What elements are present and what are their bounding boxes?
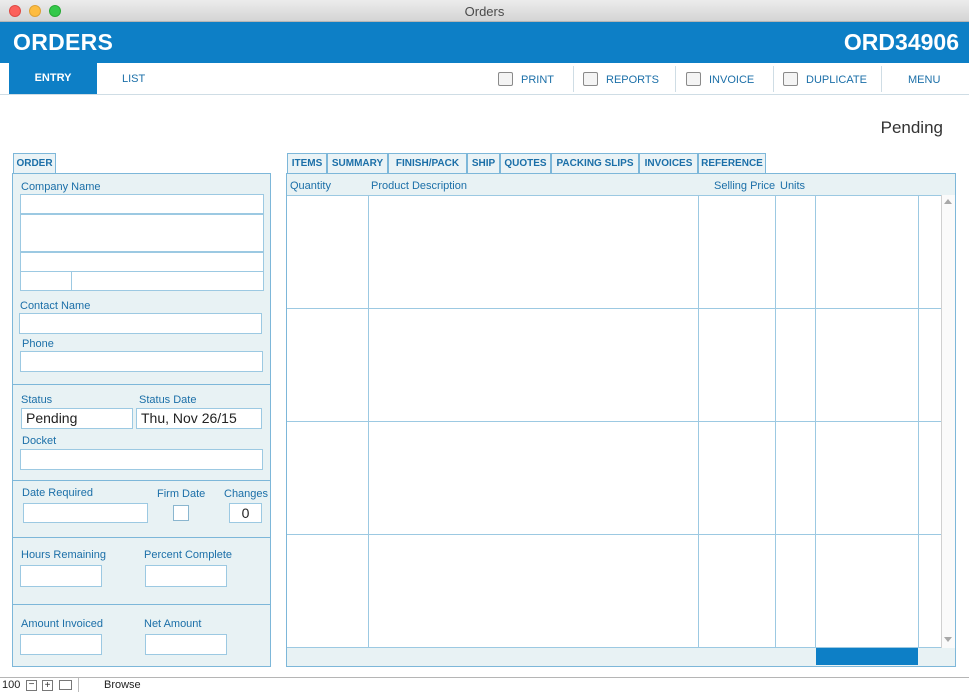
total-bar bbox=[816, 648, 918, 665]
col-quantity: Quantity bbox=[290, 180, 331, 192]
order-status-display: Pending bbox=[880, 118, 943, 137]
col-units: Units bbox=[780, 180, 806, 192]
postal-field[interactable] bbox=[71, 271, 264, 291]
invoice-label: INVOICE bbox=[709, 74, 755, 86]
print-label: PRINT bbox=[521, 74, 554, 86]
zoom-out-icon[interactable]: − bbox=[26, 680, 37, 691]
order-id: ORD34906 bbox=[843, 29, 959, 55]
nav-divider bbox=[881, 66, 882, 92]
invoice-icon bbox=[686, 72, 701, 86]
section-divider bbox=[13, 480, 270, 481]
tab-list[interactable]: LIST bbox=[122, 73, 145, 85]
tab-finish-pack[interactable]: FINISH/PACK bbox=[388, 153, 467, 173]
table-row bbox=[287, 534, 941, 535]
invoice-button[interactable]: INVOICE bbox=[686, 63, 754, 94]
percent-complete-field[interactable] bbox=[145, 565, 227, 587]
amount-invoiced-label: Amount Invoiced bbox=[21, 618, 103, 630]
status-divider bbox=[78, 678, 79, 692]
toolbar-toggle-icon[interactable] bbox=[59, 680, 72, 690]
app-header bbox=[0, 22, 969, 63]
section-divider bbox=[13, 537, 270, 538]
firm-date-checkbox[interactable] bbox=[173, 505, 189, 521]
tab-reference[interactable]: REFERENCE bbox=[698, 153, 766, 173]
scroll-down-icon[interactable] bbox=[944, 637, 952, 642]
tab-quotes[interactable]: QUOTES bbox=[500, 153, 551, 173]
status-bar bbox=[0, 677, 969, 692]
firm-date-label: Firm Date bbox=[157, 488, 206, 500]
contact-name-label: Contact Name bbox=[20, 300, 91, 312]
status-label: Status bbox=[21, 394, 53, 406]
net-amount-field[interactable] bbox=[145, 634, 227, 655]
address-field[interactable] bbox=[20, 214, 264, 252]
date-required-field[interactable] bbox=[23, 503, 148, 523]
status-field[interactable]: Pending bbox=[21, 408, 133, 429]
hours-remaining-field[interactable] bbox=[20, 565, 102, 587]
reports-icon bbox=[583, 72, 598, 86]
status-date-field[interactable]: Thu, Nov 26/15 bbox=[136, 408, 262, 429]
page-title: ORDERS bbox=[13, 29, 114, 55]
tab-entry[interactable]: ENTRY bbox=[9, 63, 97, 94]
percent-complete-label: Percent Complete bbox=[144, 549, 233, 561]
duplicate-label: DUPLICATE bbox=[806, 74, 867, 86]
tab-packing-slips[interactable]: PACKING SLIPS bbox=[551, 153, 639, 173]
nav-divider bbox=[573, 66, 574, 92]
net-amount-label: Net Amount bbox=[144, 618, 202, 630]
duplicate-icon bbox=[783, 72, 798, 86]
amount-invoiced-field[interactable] bbox=[20, 634, 102, 655]
window-title: Orders bbox=[464, 4, 505, 19]
tab-ship[interactable]: SHIP bbox=[467, 153, 500, 173]
phone-label: Phone bbox=[22, 338, 54, 350]
docket-field[interactable] bbox=[20, 449, 263, 470]
city-field[interactable] bbox=[20, 271, 72, 291]
table-row bbox=[287, 421, 941, 422]
print-button[interactable]: PRINT bbox=[498, 63, 554, 94]
mode-indicator[interactable]: Browse bbox=[104, 679, 141, 691]
tab-invoices[interactable]: INVOICES bbox=[639, 153, 698, 173]
scroll-up-icon[interactable] bbox=[944, 199, 952, 204]
duplicate-button[interactable]: DUPLICATE bbox=[783, 63, 867, 94]
section-divider bbox=[13, 384, 270, 385]
address-line-field[interactable] bbox=[20, 252, 264, 272]
reports-label: REPORTS bbox=[606, 74, 659, 86]
zoom-level[interactable]: 100 bbox=[2, 679, 20, 691]
nav-divider bbox=[675, 66, 676, 92]
date-required-label: Date Required bbox=[22, 487, 93, 499]
contact-name-field[interactable] bbox=[19, 313, 262, 334]
reports-button[interactable]: REPORTS bbox=[583, 63, 659, 94]
company-name-label: Company Name bbox=[21, 181, 101, 193]
menu-button[interactable]: MENU bbox=[908, 63, 940, 94]
scrollbar[interactable] bbox=[941, 195, 955, 648]
hours-remaining-label: Hours Remaining bbox=[21, 549, 106, 561]
tab-items[interactable]: ITEMS bbox=[287, 153, 327, 173]
company-name-field[interactable] bbox=[20, 194, 264, 214]
col-selling-price: Selling Price bbox=[714, 180, 776, 192]
section-divider bbox=[13, 604, 270, 605]
changes-label: Changes bbox=[224, 488, 269, 500]
changes-field[interactable]: 0 bbox=[229, 503, 262, 523]
nav-divider bbox=[773, 66, 774, 92]
phone-field[interactable] bbox=[20, 351, 263, 372]
tab-order[interactable]: ORDER bbox=[13, 153, 56, 173]
table-row bbox=[287, 308, 941, 309]
status-date-label: Status Date bbox=[139, 394, 197, 406]
tab-summary[interactable]: SUMMARY bbox=[327, 153, 388, 173]
col-product-description: Product Description bbox=[371, 180, 467, 192]
zoom-in-icon[interactable]: + bbox=[42, 680, 53, 691]
printer-icon bbox=[498, 72, 513, 86]
docket-label: Docket bbox=[22, 435, 57, 447]
